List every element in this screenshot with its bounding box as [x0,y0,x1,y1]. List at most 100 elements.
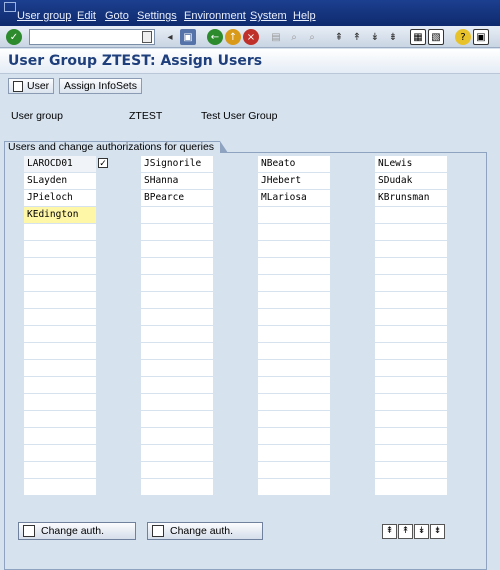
command-history-icon[interactable] [142,31,152,43]
user-cell[interactable] [141,479,213,496]
user-cell[interactable]: NLewis [375,156,447,173]
user-cell[interactable]: SHanna [141,173,213,190]
authorization-checkbox[interactable]: ✓ [98,158,108,168]
user-cell[interactable]: LAROCD01 [24,156,96,173]
user-cell[interactable] [141,377,213,394]
last-page-icon[interactable]: ⇟ [385,29,401,45]
user-cell[interactable] [141,207,213,224]
user-cell[interactable] [375,377,447,394]
user-cell[interactable] [141,428,213,445]
user-cell[interactable] [258,275,330,292]
user-cell[interactable] [258,360,330,377]
user-cell[interactable] [375,360,447,377]
user-button[interactable]: User [8,78,55,94]
user-cell[interactable] [258,309,330,326]
scroll-prev-icon[interactable]: ↟ [398,524,413,539]
user-cell[interactable] [258,326,330,343]
user-cell[interactable] [375,411,447,428]
user-cell[interactable] [24,445,96,462]
next-page-icon[interactable]: ↡ [367,29,383,45]
user-cell[interactable] [141,343,213,360]
user-cell[interactable] [24,377,96,394]
user-cell[interactable] [24,428,96,445]
user-cell[interactable] [258,479,330,496]
user-cell[interactable] [24,360,96,377]
user-cell[interactable] [258,258,330,275]
user-cell[interactable] [141,394,213,411]
user-cell[interactable] [141,309,213,326]
user-cell[interactable] [141,275,213,292]
user-cell[interactable] [258,343,330,360]
user-cell[interactable] [375,394,447,411]
user-cell[interactable] [375,428,447,445]
assign-infosets-button[interactable]: Assign InfoSets [59,78,142,94]
user-cell[interactable] [375,292,447,309]
find-next-icon[interactable]: ⌕ [304,29,320,45]
user-cell[interactable] [141,411,213,428]
shortcut-icon[interactable]: ▧ [428,29,444,45]
user-cell[interactable]: KBrunsman [375,190,447,207]
user-cell[interactable]: BPearce [141,190,213,207]
user-cell[interactable] [24,224,96,241]
user-cell[interactable] [375,309,447,326]
change-auth-button-1[interactable]: Change auth. [18,522,136,540]
user-cell[interactable] [375,343,447,360]
menu-edit[interactable]: Edit [77,10,96,22]
user-cell[interactable] [375,207,447,224]
user-cell[interactable] [24,462,96,479]
scroll-first-icon[interactable]: ⇞ [382,524,397,539]
user-cell[interactable] [375,224,447,241]
save-icon[interactable]: ▣ [180,29,196,45]
create-session-icon[interactable]: ▦ [410,29,426,45]
user-cell[interactable] [141,224,213,241]
user-cell[interactable]: NBeato [258,156,330,173]
user-cell[interactable] [258,428,330,445]
customize-icon[interactable]: ▣ [473,29,489,45]
prev-page-icon[interactable]: ↟ [349,29,365,45]
user-cell[interactable] [258,411,330,428]
user-cell[interactable]: SLayden [24,173,96,190]
user-cell[interactable]: JPieloch [24,190,96,207]
user-cell[interactable] [141,258,213,275]
user-cell[interactable] [375,445,447,462]
enter-icon[interactable]: ✓ [6,29,22,45]
user-cell[interactable] [141,241,213,258]
user-cell[interactable] [24,479,96,496]
user-cell[interactable] [24,326,96,343]
user-cell[interactable] [24,343,96,360]
command-field[interactable] [29,29,155,45]
user-cell[interactable]: MLariosa [258,190,330,207]
user-cell[interactable] [24,241,96,258]
menu-environment[interactable]: Environment [184,10,246,22]
user-cell[interactable] [375,326,447,343]
user-cell[interactable] [375,479,447,496]
first-page-icon[interactable]: ⇞ [331,29,347,45]
user-cell[interactable]: KEdington [24,207,96,224]
change-auth-button-2[interactable]: Change auth. [147,522,263,540]
user-cell[interactable] [141,462,213,479]
user-cell[interactable] [141,292,213,309]
user-cell[interactable]: SDudak [375,173,447,190]
help-icon[interactable]: ? [455,29,471,45]
user-cell[interactable] [141,445,213,462]
print-icon[interactable]: ▤ [268,29,284,45]
menu-system[interactable]: System [250,10,287,22]
user-cell[interactable] [258,377,330,394]
user-cell[interactable] [375,241,447,258]
user-cell[interactable]: JSignorile [141,156,213,173]
menu-help[interactable]: Help [293,10,316,22]
user-cell[interactable] [24,411,96,428]
user-cell[interactable] [24,309,96,326]
cancel-icon[interactable]: × [243,29,259,45]
back-icon[interactable]: ← [207,29,223,45]
user-cell[interactable] [258,241,330,258]
user-cell[interactable] [24,275,96,292]
user-cell[interactable] [375,275,447,292]
user-cell[interactable] [258,394,330,411]
find-icon[interactable]: ⌕ [286,29,302,45]
user-cell[interactable] [141,326,213,343]
user-cell[interactable]: JHebert [258,173,330,190]
menu-settings[interactable]: Settings [137,10,177,22]
field-history-icon[interactable]: ◂ [162,29,178,45]
user-cell[interactable] [375,258,447,275]
